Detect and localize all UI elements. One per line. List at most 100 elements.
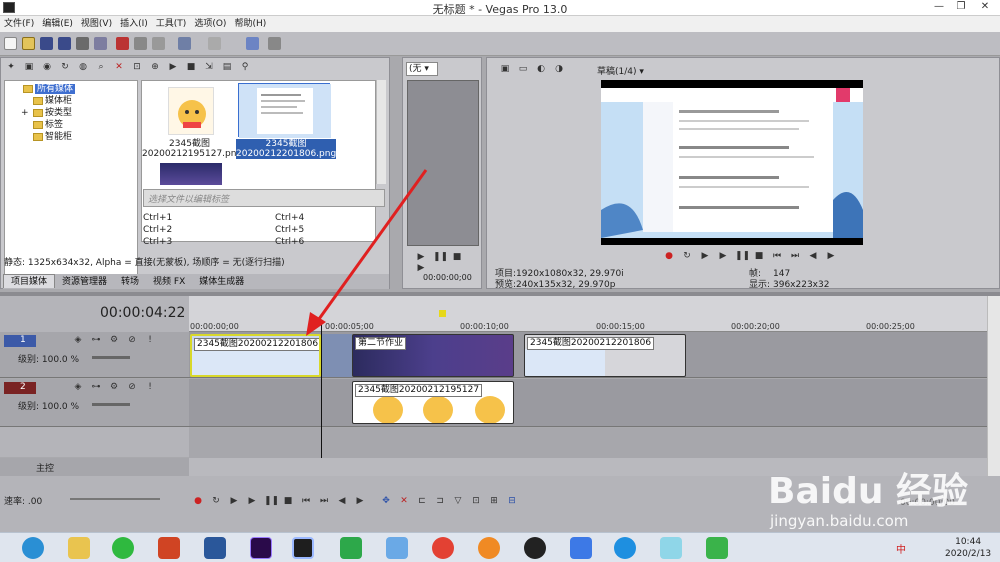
shortcut-ctrl-3[interactable]: Ctrl+3 (143, 236, 275, 248)
tab-video-fx[interactable]: 视频 FX (146, 275, 192, 289)
motion-icon[interactable]: ⚙ (108, 335, 120, 346)
save-as-icon[interactable] (58, 37, 71, 50)
new-icon[interactable] (4, 37, 17, 50)
normal-edit-tool-icon[interactable]: ✥ (380, 496, 392, 507)
menu-tools[interactable]: 工具(T) (152, 16, 191, 31)
lock-icon[interactable]: ⊡ (470, 496, 482, 507)
loop-icon[interactable]: ↻ (681, 251, 693, 262)
composite-icon[interactable]: ◈ (72, 382, 84, 393)
delete-icon[interactable]: ✕ (398, 496, 410, 507)
menu-edit[interactable]: 编辑(E) (38, 16, 77, 31)
media-thumbnail-1[interactable] (168, 87, 214, 135)
fx-icon[interactable]: ⊶ (90, 382, 102, 393)
tab-explorer[interactable]: 资源管理器 (55, 275, 114, 289)
shortcut-ctrl-2[interactable]: Ctrl+2 (143, 224, 275, 236)
motion-icon[interactable]: ⚙ (108, 382, 120, 393)
solo-icon[interactable]: ! (144, 335, 156, 346)
app-icon[interactable] (340, 537, 362, 559)
premiere-icon[interactable] (250, 537, 272, 559)
media-file-1-label[interactable]: 2345截图 20200212195127.png (142, 139, 242, 159)
pause-icon[interactable]: ❚❚ (433, 252, 448, 263)
preferences-icon[interactable] (268, 37, 281, 50)
close-button[interactable]: ✕ (974, 0, 996, 14)
preview-quality-dropdown[interactable]: 草稿(1/4) ▾ (597, 64, 644, 77)
trim-icon[interactable]: ⊏ (416, 496, 428, 507)
clean-icon[interactable]: ⊡ (131, 62, 143, 73)
clip-track1-a[interactable]: 2345截图20200212201806 (190, 334, 321, 377)
chrome-icon[interactable] (432, 537, 454, 559)
mute-icon[interactable]: ⊘ (126, 335, 138, 346)
tree-item-media-bins[interactable]: 媒体柜 (9, 95, 137, 107)
record-icon[interactable]: ● (192, 496, 204, 507)
pause-icon[interactable]: ❚❚ (264, 496, 279, 507)
wechat-icon[interactable] (112, 537, 134, 559)
next-frame-icon[interactable]: ▶ (825, 251, 837, 262)
menu-file[interactable]: 文件(F) (0, 16, 38, 31)
tree-item-all-media[interactable]: 所有媒体 (9, 83, 137, 95)
tree-item-tags[interactable]: 标签 (9, 119, 137, 131)
split-screen-icon[interactable]: ◑ (553, 64, 565, 75)
tab-media-generators[interactable]: 媒体生成器 (192, 275, 251, 289)
clip-track2-a[interactable]: 2345截图20200212195127 (352, 381, 514, 424)
save-icon[interactable] (40, 37, 53, 50)
go-end-icon[interactable]: ⏭ (789, 251, 801, 262)
track-2-level-slider[interactable] (92, 403, 130, 406)
minimize-button[interactable]: — (928, 0, 950, 14)
word-icon[interactable] (204, 537, 226, 559)
track-1-level-slider[interactable] (92, 356, 130, 359)
tag-icon[interactable]: ⊕ (149, 62, 161, 73)
go-start-icon[interactable]: ⏮ (771, 251, 783, 262)
qq-icon[interactable] (524, 537, 546, 559)
external-monitor-icon[interactable]: ▭ (517, 64, 529, 75)
marker-icon[interactable] (439, 310, 446, 317)
record-icon[interactable]: ● (663, 251, 675, 262)
file-explorer-icon[interactable] (68, 537, 90, 559)
render-project-icon[interactable] (246, 37, 259, 50)
media-fx-icon[interactable]: ◍ (77, 62, 89, 73)
play-preview-icon[interactable]: ▶ (167, 62, 179, 73)
tab-transitions[interactable]: 转场 (114, 275, 146, 289)
mute-icon[interactable]: ⊘ (126, 382, 138, 393)
clip-track1-b[interactable]: 第二节作业 (352, 334, 514, 377)
stop-icon[interactable]: ■ (753, 251, 765, 262)
track-lane-2[interactable] (189, 379, 987, 427)
clock[interactable]: 10:44 2020/2/13 (945, 536, 991, 560)
track-header-2[interactable]: 2 ◈ ⊶ ⚙ ⊘! 级别: 100.0 % (0, 379, 189, 427)
play-from-start-icon[interactable]: ▶ (228, 496, 240, 507)
search-icon[interactable]: ⚲ (239, 62, 251, 73)
media-thumbnail-2[interactable] (238, 83, 331, 138)
pause-icon[interactable]: ❚❚ (735, 251, 750, 262)
transition-area[interactable] (321, 334, 352, 377)
play-from-start-icon[interactable]: ▶ (699, 251, 711, 262)
ime-indicator[interactable]: 中 (896, 541, 906, 556)
capture-icon[interactable]: ▣ (23, 62, 35, 73)
stop-icon[interactable]: ■ (451, 252, 463, 263)
loop-icon[interactable]: ↻ (210, 496, 222, 507)
go-start-icon[interactable]: ⏮ (300, 496, 312, 507)
fx-icon[interactable]: ⊶ (90, 335, 102, 346)
tree-item-by-type[interactable]: + 按类型 (9, 107, 137, 119)
copy-icon[interactable] (134, 37, 147, 50)
rate-slider[interactable] (70, 498, 160, 500)
powerpoint-icon[interactable] (158, 537, 180, 559)
redo-icon[interactable] (208, 37, 221, 50)
menu-view[interactable]: 视图(V) (77, 16, 116, 31)
app-icon[interactable] (660, 537, 682, 559)
stop-preview-icon[interactable]: ■ (185, 62, 197, 73)
views-icon[interactable]: ▤ (221, 62, 233, 73)
refresh-icon[interactable]: ↻ (59, 62, 71, 73)
play-icon[interactable]: ▶ (717, 251, 729, 262)
media-file-2-label[interactable]: 2345截图 20200212201806.png (236, 139, 336, 159)
go-end-icon[interactable]: ⏭ (318, 496, 330, 507)
clip-track1-c[interactable]: 2345截图20200212201806 (524, 334, 686, 377)
render-icon[interactable] (76, 37, 89, 50)
app-icon[interactable] (570, 537, 592, 559)
browser-icon[interactable] (22, 537, 44, 559)
paste-icon[interactable] (152, 37, 165, 50)
search-media-icon[interactable]: ⌕ (95, 62, 107, 73)
next-frame-icon[interactable]: ▶ (354, 496, 366, 507)
vegas-taskbar-icon[interactable] (292, 537, 314, 559)
properties-icon[interactable] (94, 37, 107, 50)
prev-frame-icon[interactable]: ◀ (807, 251, 819, 262)
play-icon[interactable]: ▶ (246, 496, 258, 507)
